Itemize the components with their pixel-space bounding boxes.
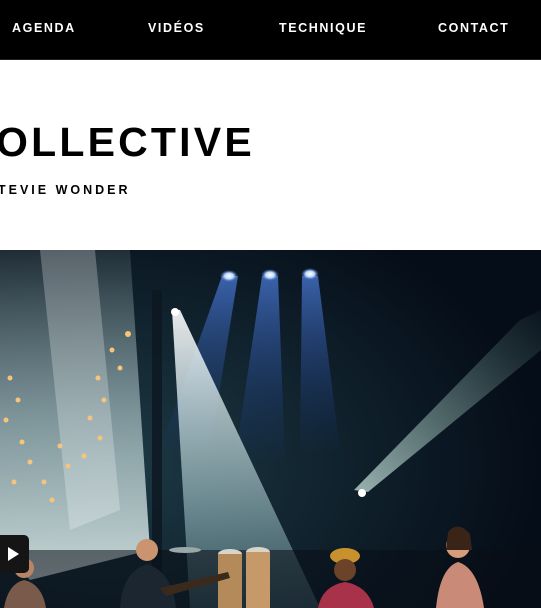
play-icon xyxy=(8,547,19,561)
page-title: OLLECTIVE xyxy=(0,119,255,165)
spotlight xyxy=(358,489,366,497)
spotlight xyxy=(171,308,179,316)
stage-scene xyxy=(0,250,541,608)
page-subtitle: TEVIE WONDER xyxy=(0,183,131,197)
nav-link-technique[interactable]: TECHNIQUE xyxy=(279,21,367,35)
nav-link-contact[interactable]: CONTACT xyxy=(438,21,509,35)
concert-video-thumbnail[interactable] xyxy=(0,250,541,608)
nav-link-videos[interactable]: VIDÉOS xyxy=(148,21,205,35)
spotlight xyxy=(220,270,238,282)
nav-link-agenda[interactable]: AGENDA xyxy=(12,21,76,35)
top-navigation: AGENDA VIDÉOS TECHNIQUE CONTACT xyxy=(0,0,541,60)
spotlight xyxy=(261,269,279,281)
play-button[interactable] xyxy=(0,535,29,573)
spotlight xyxy=(301,268,319,280)
